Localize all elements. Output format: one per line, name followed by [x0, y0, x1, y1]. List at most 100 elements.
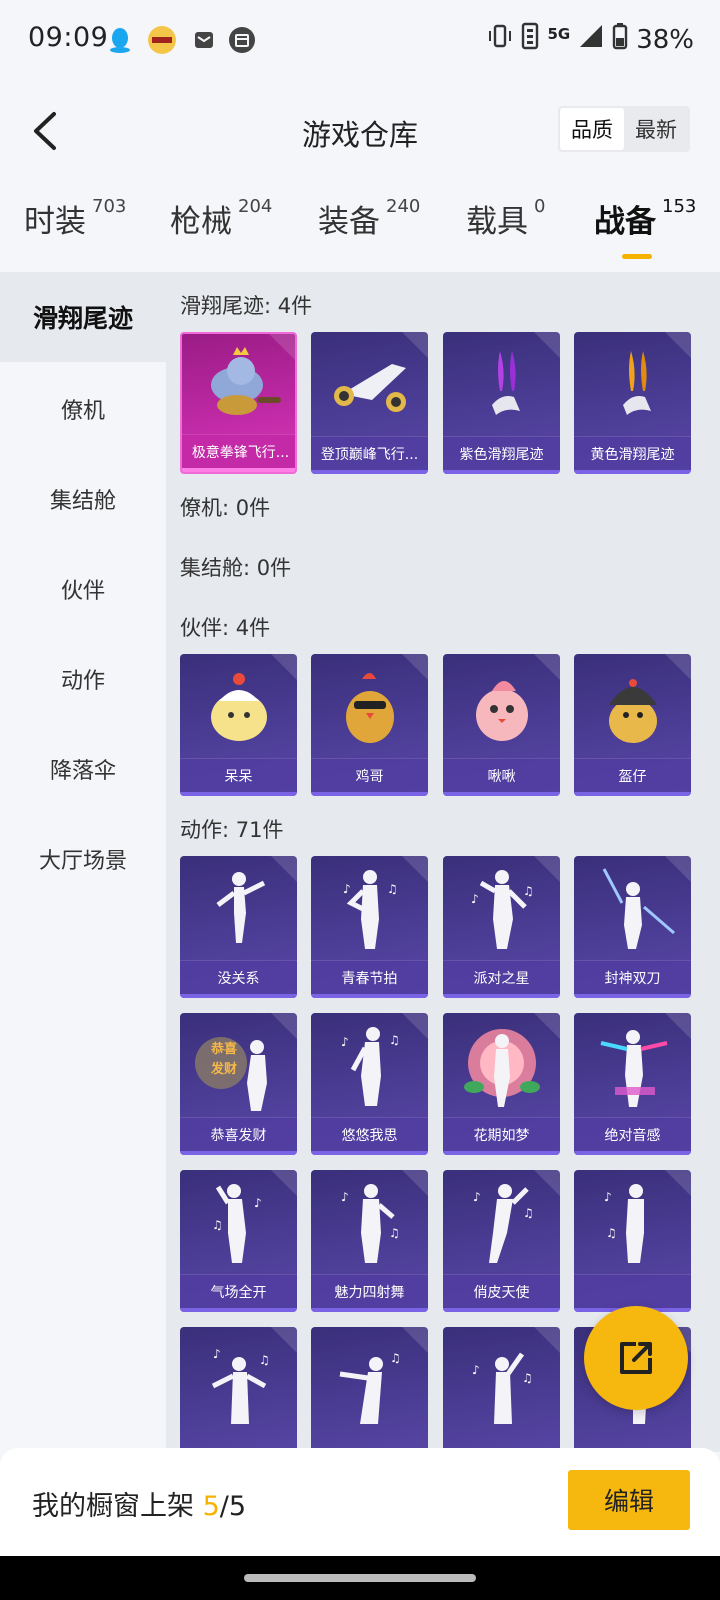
mail-icon — [190, 26, 218, 54]
svg-text:♫: ♫ — [523, 1206, 534, 1220]
item-card[interactable]: 花期如梦 — [443, 1013, 560, 1155]
status-bar: 09:09 5G 38% — [0, 0, 720, 84]
active-tab-indicator — [622, 254, 652, 259]
dance-pose-icon: ♪ ♫ — [180, 1327, 297, 1431]
item-name: 紫色滑翔尾迹 — [443, 436, 560, 470]
item-name: 没关系 — [180, 960, 297, 994]
section-title-partner: 伙伴: 4件 — [180, 616, 271, 640]
item-name: 极意拳锋飞行... — [182, 434, 295, 468]
system-nav-bar — [0, 1556, 720, 1600]
item-name: 盔仔 — [574, 758, 691, 792]
dance-pose-icon: ♪ ♫ — [443, 856, 560, 960]
tab-label: 枪械 — [170, 204, 232, 240]
elephant-plane-icon — [182, 334, 295, 438]
item-name: 鸡哥 — [311, 758, 428, 792]
status-right: 5G 38% — [487, 22, 694, 57]
sidebar-item-partner[interactable]: 伙伴 — [0, 544, 166, 634]
sidebar-item-rally-pod[interactable]: 集结舱 — [0, 454, 166, 544]
dance-pose-icon: ♪ ♫ — [180, 1170, 297, 1274]
item-card[interactable]: ♪ ♫ 悠悠我思 — [311, 1013, 428, 1155]
svg-text:♫: ♫ — [259, 1353, 270, 1367]
sidebar-item-parachute[interactable]: 降落伞 — [0, 724, 166, 814]
item-card[interactable]: 盔仔 — [574, 654, 691, 796]
tab-label: 战备 — [594, 204, 656, 240]
svg-text:♫: ♫ — [389, 1226, 400, 1240]
item-name: 封神双刀 — [574, 960, 691, 994]
yellow-trail-icon — [574, 332, 691, 436]
home-gesture-handle[interactable] — [244, 1574, 476, 1582]
svg-text:♪: ♪ — [341, 1035, 349, 1049]
item-card[interactable]: 绝对音感 — [574, 1013, 691, 1155]
tab-count: 153 — [662, 196, 697, 217]
item-name: 登顶巅峰飞行... — [311, 436, 428, 470]
svg-text:♪: ♪ — [254, 1196, 262, 1210]
item-card[interactable]: 呆呆 — [180, 654, 297, 796]
sort-toggle: 品质 最新 — [558, 106, 690, 152]
item-card[interactable]: ♪ ♫ — [443, 1327, 560, 1452]
svg-text:发财: 发财 — [210, 1061, 237, 1077]
fortune-pose-icon: 恭喜 发财 — [180, 1013, 297, 1117]
sidebar-item-action[interactable]: 动作 — [0, 634, 166, 724]
svg-text:♪: ♪ — [472, 1363, 480, 1377]
tab-guns[interactable]: 枪械 204 — [170, 196, 272, 272]
tab-count: 240 — [386, 196, 421, 217]
sidebar-item-lobby-scene[interactable]: 大厅场景 — [0, 814, 166, 904]
dance-pose-icon: ♪ ♫ — [574, 1170, 691, 1274]
svg-text:♫: ♫ — [606, 1226, 617, 1240]
item-card[interactable]: 没关系 — [180, 856, 297, 998]
tab-vehicles[interactable]: 载具 0 — [466, 196, 545, 272]
sidebar-item-wingman[interactable]: 僚机 — [0, 364, 166, 454]
svg-text:♪: ♪ — [473, 1190, 481, 1204]
item-name: 恭喜发财 — [180, 1117, 297, 1151]
item-card[interactable]: ♪ ♫ — [180, 1327, 297, 1452]
purple-trail-icon — [443, 332, 560, 436]
item-card[interactable]: ♪ ♫ 俏皮天使 — [443, 1170, 560, 1312]
item-name: 派对之星 — [443, 960, 560, 994]
tab-count: 0 — [534, 196, 546, 217]
svg-text:♪: ♪ — [604, 1190, 612, 1204]
dual-blade-pose-icon — [574, 856, 691, 960]
item-card[interactable]: ♫ — [311, 1327, 428, 1452]
item-card[interactable]: ♪ ♫ 青春节拍 — [311, 856, 428, 998]
tab-fashion[interactable]: 时装 703 — [24, 196, 126, 272]
item-card[interactable]: ♪ ♫ 气场全开 — [180, 1170, 297, 1312]
share-fab-button[interactable] — [584, 1306, 688, 1410]
tab-label: 载具 — [466, 204, 528, 240]
item-card[interactable]: 封神双刀 — [574, 856, 691, 998]
helmet-chick-kuizai-icon — [574, 654, 691, 758]
tab-count: 703 — [92, 196, 127, 217]
sim-icon — [521, 22, 539, 57]
item-card[interactable]: 鸡哥 — [311, 654, 428, 796]
item-card[interactable]: 黄色滑翔尾迹 — [574, 332, 691, 474]
dance-pose-icon: ♪ ♫ — [311, 1013, 428, 1117]
svg-text:♪: ♪ — [341, 1190, 349, 1204]
network-type: 5G — [547, 24, 571, 43]
item-card[interactable]: ♪ ♫ — [574, 1170, 691, 1312]
sort-newest-option[interactable]: 最新 — [624, 108, 688, 150]
tab-combat-gear[interactable]: 战备 153 — [594, 196, 696, 272]
game-app-icon — [146, 26, 178, 54]
dance-pose-icon: ♪ ♫ — [443, 1170, 560, 1274]
item-card[interactable]: ♪ ♫ 派对之星 — [443, 856, 560, 998]
neon-pose-icon — [574, 1013, 691, 1117]
qq-icon — [106, 26, 134, 54]
item-name: 悠悠我思 — [311, 1117, 428, 1151]
item-card[interactable]: ♪ ♫ 魅力四射舞 — [311, 1170, 428, 1312]
dance-pose-icon: ♪ ♫ — [311, 1170, 428, 1274]
item-name: 黄色滑翔尾迹 — [574, 436, 691, 470]
sidebar-item-glide-trail[interactable]: 滑翔尾迹 — [0, 272, 166, 362]
item-card[interactable]: 极意拳锋飞行... — [180, 332, 297, 474]
signal-icon — [578, 23, 604, 56]
item-card[interactable]: 紫色滑翔尾迹 — [443, 332, 560, 474]
svg-text:♫: ♫ — [212, 1218, 223, 1232]
item-card[interactable]: 恭喜 发财 恭喜发财 — [180, 1013, 297, 1155]
sort-quality-option[interactable]: 品质 — [560, 108, 624, 150]
item-name — [574, 1274, 691, 1308]
item-grid-panel: 滑翔尾迹: 4件 极意拳锋飞行... 登顶巅峰飞行... 紫色滑翔尾迹 黄色滑翔… — [166, 272, 720, 1452]
item-card[interactable]: 啾啾 — [443, 654, 560, 796]
edit-button[interactable]: 编辑 — [568, 1470, 690, 1530]
item-card[interactable]: 登顶巅峰飞行... — [311, 332, 428, 474]
item-name: 绝对音感 — [574, 1117, 691, 1151]
tab-equipment[interactable]: 装备 240 — [318, 196, 420, 272]
showcase-total-count: /5 — [219, 1491, 247, 1522]
